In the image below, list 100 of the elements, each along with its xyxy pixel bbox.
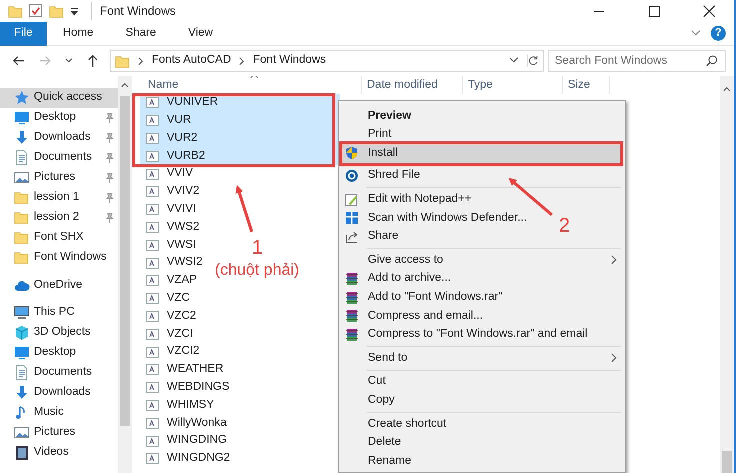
sidebar-item[interactable]: Desktop: [0, 343, 118, 363]
menu-item[interactable]: Copy: [341, 391, 401, 410]
share-icon: [345, 230, 359, 244]
font-file-icon: [146, 363, 159, 376]
file-row[interactable]: VWSI: [140, 236, 198, 254]
menu-item[interactable]: Install: [341, 144, 623, 163]
ribbon-tab[interactable]: View: [172, 22, 230, 46]
archive-icon: [345, 290, 359, 305]
sidebar-item[interactable]: Documents: [0, 148, 118, 168]
file-row[interactable]: VVIV: [140, 165, 196, 183]
file-row[interactable]: VURB2: [140, 147, 340, 166]
checklist-icon[interactable]: [29, 4, 43, 18]
menu-item[interactable]: Shred File: [341, 166, 426, 186]
sidebar-item[interactable]: This PC: [0, 303, 118, 323]
search-field[interactable]: Search Font Windows: [548, 50, 726, 72]
file-row[interactable]: VVIVI: [140, 200, 198, 219]
sidebar-item[interactable]: Pictures: [0, 168, 118, 188]
dropdown-icon[interactable]: [70, 6, 79, 16]
sidebar-item[interactable]: Documents: [0, 363, 118, 383]
sidebar-item[interactable]: Downloads: [0, 383, 118, 403]
file-row[interactable]: WillyWonka: [140, 414, 229, 432]
cube-icon: [14, 325, 30, 341]
sidebar-item[interactable]: Pictures: [0, 423, 118, 443]
menu-item[interactable]: Add to archive...: [341, 270, 458, 288]
help-button[interactable]: ?: [711, 26, 726, 41]
close-icon[interactable]: [702, 4, 717, 18]
menu-item[interactable]: Rename: [341, 452, 418, 471]
menu-item[interactable]: Share: [341, 228, 405, 246]
font-file-icon: [146, 381, 159, 394]
window-title: Font Windows: [91, 2, 176, 20]
maximize-icon[interactable]: [647, 4, 662, 18]
menu-item[interactable]: Send to: [341, 349, 623, 368]
back-arrow-icon[interactable]: [12, 54, 26, 68]
file-row[interactable]: VWS2: [140, 218, 202, 236]
desktop-icon: [14, 345, 30, 361]
menu-item[interactable]: Create shortcut: [341, 414, 453, 434]
breadcrumb[interactable]: Fonts AutoCAD: [152, 52, 232, 70]
chevron-right-icon: [239, 56, 246, 66]
sidebar-item[interactable]: Music: [0, 403, 118, 423]
scrollbar-thumb[interactable]: [120, 96, 130, 426]
ribbon-tab[interactable]: Home: [47, 22, 110, 46]
column-header[interactable]: Type: [463, 76, 563, 94]
file-row[interactable]: VZCI: [140, 325, 196, 344]
shield-icon: [345, 146, 359, 160]
archive-icon: [345, 272, 359, 286]
sidebar-item[interactable]: lession 1: [0, 188, 118, 208]
column-header[interactable]: Size: [563, 76, 610, 94]
video-icon: [14, 445, 30, 461]
breadcrumb[interactable]: Font Windows: [253, 52, 326, 70]
column-header[interactable]: Date modified: [362, 76, 463, 94]
file-row[interactable]: VUR: [140, 112, 340, 130]
file-row[interactable]: WINGDNG2: [140, 450, 232, 468]
up-arrow-icon[interactable]: [86, 54, 100, 68]
menu-item[interactable]: Delete: [341, 434, 408, 452]
menu-item[interactable]: Print: [341, 126, 398, 144]
menu-item[interactable]: Add to "Font Windows.rar": [341, 288, 509, 307]
chevron-down-icon[interactable]: [509, 57, 519, 65]
scrollbar[interactable]: [720, 76, 734, 473]
annotation-label: 2: [559, 216, 570, 236]
refresh-icon[interactable]: [527, 55, 539, 67]
file-row[interactable]: VVIV2: [140, 182, 202, 201]
search-icon[interactable]: [706, 55, 718, 67]
chevron-down-icon[interactable]: [691, 30, 701, 38]
archive-icon: [345, 328, 359, 342]
menu-item[interactable]: Compress and email...: [341, 306, 490, 326]
folder-icon: [8, 4, 23, 18]
sidebar-item[interactable]: lession 2: [0, 208, 118, 228]
file-row[interactable]: VZC: [140, 290, 192, 308]
file-row[interactable]: WINGDING: [140, 432, 230, 450]
file-row[interactable]: VZC2: [140, 308, 198, 326]
sidebar-item[interactable]: OneDrive: [0, 276, 118, 296]
sidebar-item[interactable]: Downloads: [0, 128, 118, 148]
file-row[interactable]: VZCI2: [140, 343, 202, 361]
sidebar-item[interactable]: Font SHX: [0, 228, 118, 248]
menu-item[interactable]: Compress to "Font Windows.rar" and email: [341, 326, 594, 344]
menu-item[interactable]: Edit with Notepad++: [341, 190, 478, 209]
file-row[interactable]: WHIMSY: [140, 396, 216, 414]
scrollbar[interactable]: [118, 76, 132, 473]
file-row[interactable]: VWSI2: [140, 254, 205, 272]
ribbon-tab[interactable]: File: [0, 22, 47, 46]
annotation-arrow: [236, 185, 254, 232]
annotation-label: (chuột phải): [215, 263, 300, 279]
file-row[interactable]: WEBDINGS: [140, 378, 232, 397]
sidebar-item[interactable]: 3D Objects: [0, 323, 118, 343]
menu-item[interactable]: Cut: [341, 372, 392, 392]
scrollbar-thumb[interactable]: [722, 451, 732, 473]
sidebar-item[interactable]: Desktop: [0, 108, 118, 128]
file-row[interactable]: WEATHER: [140, 360, 226, 379]
address-bar[interactable]: Fonts AutoCAD Font Windows: [110, 50, 544, 72]
sidebar-item[interactable]: Videos: [0, 443, 118, 463]
document-icon: [14, 365, 30, 381]
ribbon-tab[interactable]: Share: [110, 22, 172, 46]
menu-item[interactable]: Preview: [341, 107, 418, 126]
menu-item[interactable]: Give access to: [341, 251, 623, 270]
scroll-up-icon: [723, 86, 731, 92]
sidebar-item[interactable]: Quick access: [0, 88, 118, 108]
file-row[interactable]: VZAP: [140, 272, 200, 290]
sidebar-item[interactable]: Font Windows: [0, 248, 118, 268]
menu-item[interactable]: Scan with Windows Defender...: [341, 208, 534, 228]
file-row[interactable]: VUR2: [140, 130, 340, 148]
